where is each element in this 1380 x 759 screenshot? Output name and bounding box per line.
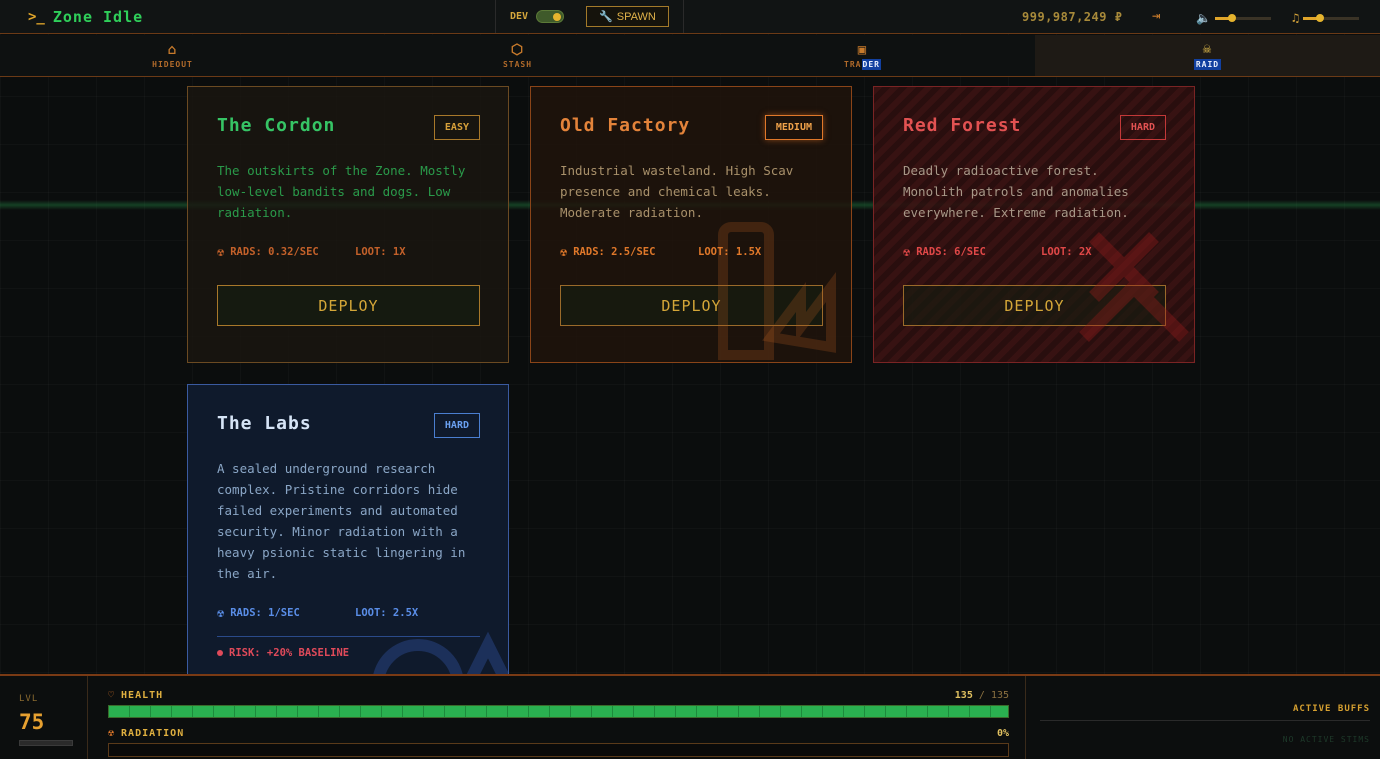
health-label-wrap: ♡ HEALTH (108, 690, 163, 701)
level-panel: LVL 75 (0, 676, 88, 759)
radiation-label: RADIATION (121, 728, 185, 739)
deploy-button[interactable]: DEPLOY (560, 285, 823, 326)
difficulty-badge: MEDIUM (764, 115, 823, 140)
radiation-icon: ☢ (217, 245, 225, 259)
radiation-icon: ☢ (903, 245, 911, 259)
music-volume[interactable]: ♫ (1292, 11, 1360, 25)
raid-rads: RADS: 1/SEC (230, 607, 300, 619)
raid-risk: RISK: +20% BASELINE (217, 636, 480, 659)
raid-risk-text: RISK: +20% BASELINE (229, 647, 350, 659)
currency-balance: 999,987,249 ₽ (1022, 10, 1123, 24)
sfx-volume-knob[interactable] (1227, 13, 1236, 22)
tab-stash[interactable]: ⬡ STASH (345, 35, 690, 76)
tab-hideout-label: HIDEOUT (152, 59, 193, 69)
difficulty-badge: HARD (1119, 115, 1166, 140)
raid-loot: LOOT: 1X (355, 246, 406, 258)
dev-controls: DEV 🔧 SPAWN (495, 0, 684, 33)
health-label: HEALTH (121, 690, 164, 701)
radiation-bar (108, 743, 1009, 757)
raid-card-factory: Old Factory MEDIUM Industrial wasteland.… (530, 86, 852, 363)
radiation-label-wrap: ☢ RADIATION (108, 728, 184, 739)
tab-trader[interactable]: ▣ TRADER (690, 35, 1035, 76)
raid-stats: ☢ RADS: 0.32/SEC LOOT: 1X (217, 245, 480, 259)
buffs-panel: ACTIVE BUFFS NO ACTIVE STIMS (1026, 676, 1380, 759)
wrench-icon: 🔧 (599, 11, 613, 23)
app-title: Zone Idle (52, 7, 144, 26)
deploy-button[interactable]: DEPLOY (217, 285, 480, 326)
tab-raid-label: RAID (1193, 58, 1222, 70)
tab-trader-label-pre: TRA (844, 59, 862, 69)
raid-description: The outskirts of the Zone. Mostly low-le… (217, 163, 466, 220)
raid-loot: LOOT: 1.5X (698, 246, 762, 258)
tab-trader-label-highlight: DER (861, 58, 881, 70)
main-nav: ⌂ HIDEOUT ⬡ STASH ▣ TRADER ☠ RAID (0, 35, 1380, 77)
xp-bar (19, 740, 73, 746)
risk-dot-icon (217, 650, 223, 656)
raid-card-cordon: The Cordon EASY The outskirts of the Zon… (187, 86, 509, 363)
health-bar (108, 705, 1009, 718)
status-bar: LVL 75 ♡ HEALTH 135 / 135 ☢ RADIATION 0%… (0, 674, 1380, 759)
health-separator: / (978, 690, 985, 701)
raid-loot: LOOT: 2X (1041, 246, 1092, 258)
radiation-value: 0% (996, 728, 1009, 739)
raid-rads: RADS: 2.5/SEC (573, 246, 656, 258)
music-volume-knob[interactable] (1316, 13, 1325, 22)
level-label: LVL (19, 694, 39, 704)
tab-stash-label: STASH (502, 59, 533, 69)
brand: >_ Zone Idle (0, 0, 495, 33)
sfx-volume-slider[interactable] (1214, 13, 1271, 22)
health-row: ♡ HEALTH 135 / 135 (108, 690, 1009, 701)
tab-raid[interactable]: ☠ RAID (1035, 35, 1380, 76)
terminal-icon: >_ (28, 8, 45, 25)
raid-description: Deadly radioactive forest. Monolith patr… (903, 163, 1129, 220)
logout-icon[interactable]: ⇥ (1152, 8, 1160, 24)
raid-description: Industrial wasteland. High Scav presence… (560, 163, 794, 220)
box-icon: ⬡ (510, 41, 525, 58)
deploy-button[interactable]: DEPLOY (903, 285, 1166, 326)
spawn-label: SPAWN (616, 10, 656, 23)
radiation-icon: ☢ (560, 245, 568, 259)
raid-card-red-forest: Red Forest HARD Deadly radioactive fores… (873, 86, 1195, 363)
buffs-title: ACTIVE BUFFS (1040, 704, 1370, 721)
radiation-icon: ☢ (108, 728, 116, 739)
health-max: 135 (990, 690, 1009, 701)
health-value: 135 / 135 (955, 690, 1009, 701)
home-icon: ⌂ (167, 41, 178, 58)
health-current: 135 (954, 690, 973, 701)
radiation-row: ☢ RADIATION 0% (108, 728, 1009, 739)
raid-stats: ☢ RADS: 6/SEC LOOT: 2X (903, 245, 1166, 259)
heart-icon: ♡ (108, 690, 116, 701)
top-bar: >_ Zone Idle DEV 🔧 SPAWN 999,987,249 ₽ ⇥… (0, 0, 1380, 34)
raid-card-labs: The Labs HARD A sealed underground resea… (187, 384, 509, 675)
sfx-volume[interactable]: 🔈 (1196, 11, 1271, 25)
spawn-button[interactable]: 🔧 SPAWN (586, 6, 669, 27)
raid-stats: ☢ RADS: 1/SEC LOOT: 2.5X (217, 606, 480, 620)
raid-stats: ☢ RADS: 2.5/SEC LOOT: 1.5X (560, 245, 823, 259)
speaker-icon: 🔈 (1196, 11, 1211, 25)
buffs-empty: NO ACTIVE STIMS (1282, 735, 1370, 744)
music-note-icon: ♫ (1292, 11, 1300, 25)
dev-toggle[interactable] (536, 10, 565, 23)
vitals-panel: ♡ HEALTH 135 / 135 ☢ RADIATION 0% (88, 676, 1026, 759)
dev-label: DEV (510, 11, 529, 22)
bag-icon: ▣ (857, 41, 868, 58)
difficulty-badge: HARD (433, 413, 480, 438)
raid-rads: RADS: 6/SEC (916, 246, 986, 258)
radiation-icon: ☢ (217, 606, 225, 620)
tab-hideout[interactable]: ⌂ HIDEOUT (0, 35, 345, 76)
level-value: 75 (19, 710, 45, 734)
raid-loot: LOOT: 2.5X (355, 607, 419, 619)
raid-description: A sealed underground research complex. P… (217, 461, 466, 581)
difficulty-badge: EASY (433, 115, 480, 140)
music-volume-slider[interactable] (1303, 13, 1360, 22)
skull-icon: ☠ (1202, 40, 1213, 57)
tab-trader-label: TRADER (844, 58, 881, 70)
raid-rads: RADS: 0.32/SEC (230, 246, 319, 258)
